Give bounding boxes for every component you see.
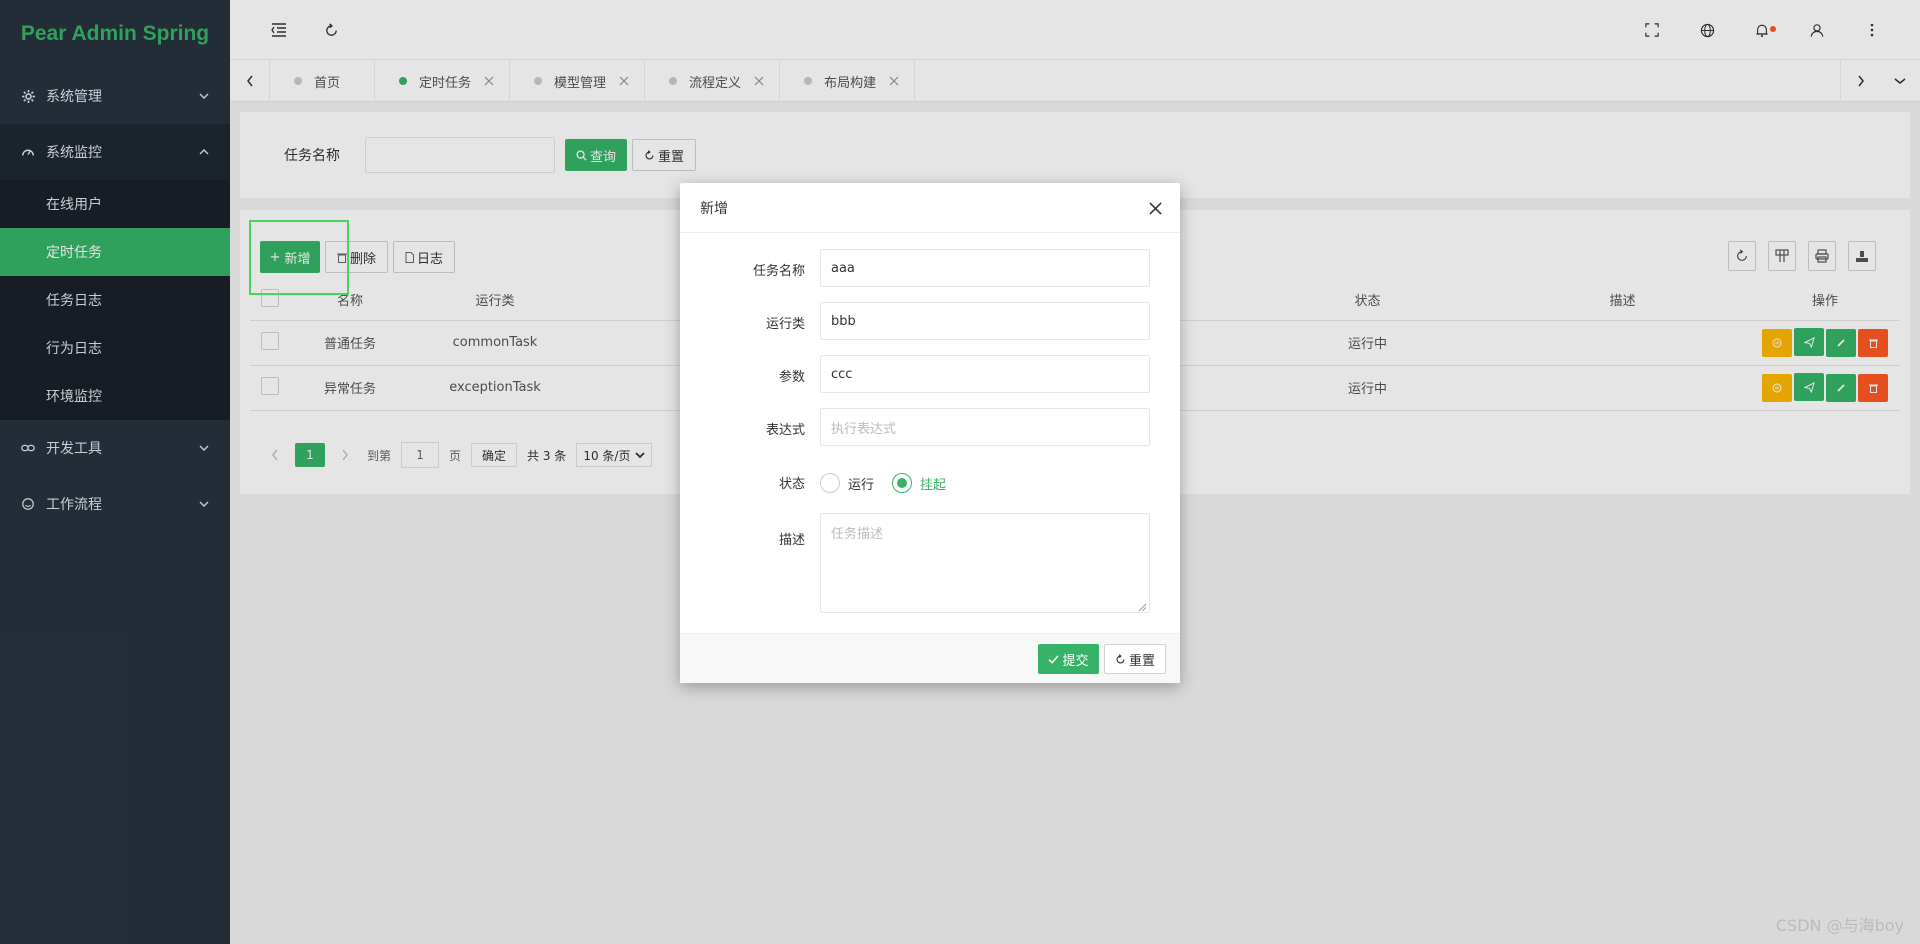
submit-button[interactable]: 提交 (1038, 644, 1099, 674)
dialog-reset-button[interactable]: 重置 (1104, 644, 1166, 674)
watermark: CSDN @与海boy (1775, 916, 1904, 935)
radio-circle (820, 473, 840, 493)
dialog-footer: 提交 重置 (680, 633, 1180, 683)
params-field-label: 参数 (778, 370, 805, 385)
cron-field-label: 表达式 (765, 423, 805, 438)
radio-label: 挂起 (920, 477, 947, 493)
status-field-label: 状态 (778, 477, 805, 492)
submit-button-label: 提交 (1062, 653, 1089, 669)
dialog-header: 新增 (680, 183, 1180, 233)
task-name-field[interactable]: aaa (820, 249, 1150, 287)
radio-circle (892, 473, 913, 493)
status-radio-suspended[interactable]: 挂起 (892, 473, 946, 493)
task-name-field-label: 任务名称 (752, 264, 805, 279)
resize-handle-icon[interactable] (1138, 601, 1147, 616)
close-icon[interactable] (1146, 199, 1164, 217)
params-field[interactable]: ccc (820, 355, 1150, 393)
dialog-reset-label: 重置 (1128, 653, 1155, 669)
check-icon (1048, 654, 1060, 664)
run-class-field[interactable]: bbb (820, 302, 1150, 340)
dialog-title: 新增 (700, 200, 728, 217)
add-task-dialog: 新增 任务名称 aaa 运行类 bbb 参数 ccc 表达式 执行表达式 状态 … (680, 183, 1180, 683)
add-button-highlight (249, 220, 349, 295)
status-radio-group: 运行 挂起 (820, 465, 964, 501)
radio-label: 运行 (848, 477, 875, 493)
task-desc-textarea[interactable]: 任务描述 (820, 513, 1150, 613)
cron-expression-field[interactable]: 执行表达式 (820, 408, 1150, 446)
refresh-icon (1115, 653, 1126, 665)
run-class-field-label: 运行类 (765, 317, 805, 332)
desc-field-label: 描述 (778, 533, 805, 548)
status-radio-running[interactable]: 运行 (820, 473, 874, 493)
